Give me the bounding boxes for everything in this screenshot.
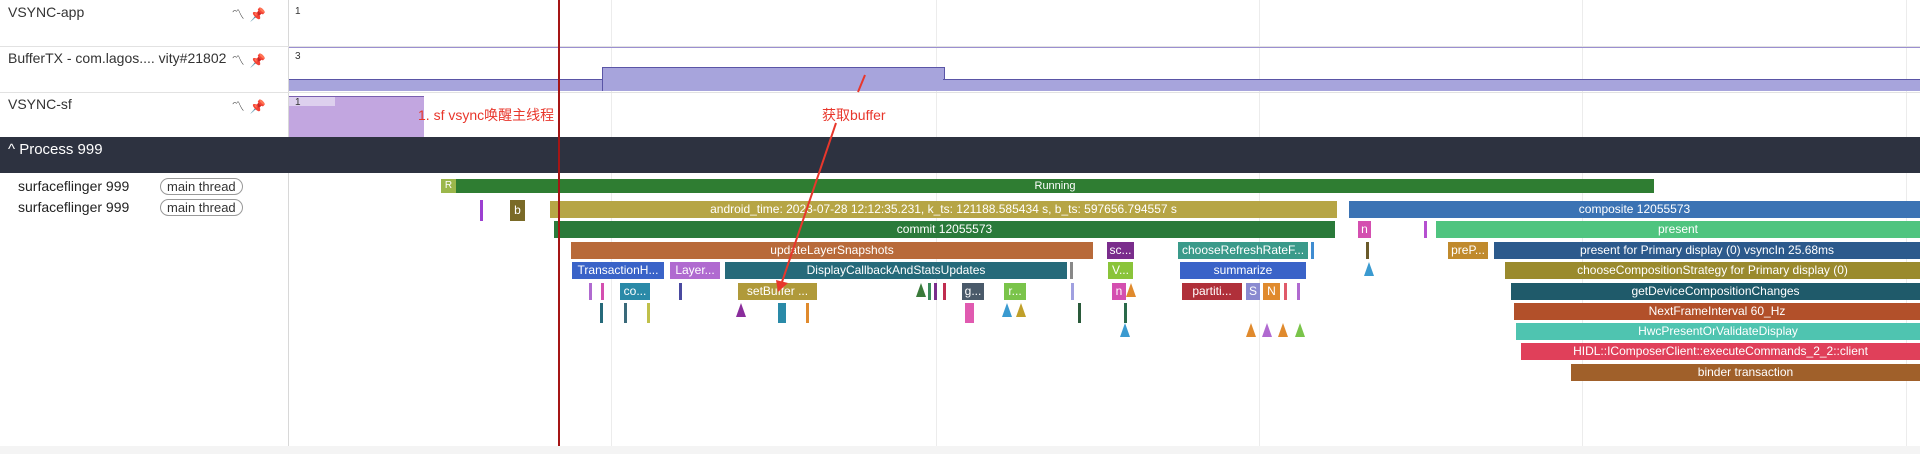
- chart-line-icon[interactable]: 〽: [228, 96, 248, 115]
- slice-choose-composition-strategy[interactable]: chooseCompositionStrategy for Primary di…: [1505, 262, 1920, 279]
- slice-b[interactable]: b: [510, 200, 525, 221]
- slice-s[interactable]: S: [1246, 283, 1260, 300]
- buffertx-counter-value: 3: [295, 51, 301, 62]
- slice-co[interactable]: co...: [620, 283, 650, 300]
- vsync-app-counter-value: 1: [295, 6, 301, 17]
- horizontal-scrollbar[interactable]: [0, 446, 1920, 454]
- track-buffertx-actions: 〽 📌: [228, 50, 268, 69]
- buffertx-counter-peak: [602, 67, 945, 91]
- pin-icon[interactable]: 📌: [248, 99, 268, 115]
- flow-arrow-icon[interactable]: [1262, 323, 1272, 337]
- track-vsync-sf-actions: 〽 📌: [228, 96, 268, 115]
- slice-tick[interactable]: [928, 283, 931, 300]
- slice-tick[interactable]: [1366, 242, 1369, 259]
- slice-next-frame-interval[interactable]: NextFrameInterval 60_Hz: [1514, 303, 1920, 320]
- slice-summarize[interactable]: summarize: [1180, 262, 1306, 279]
- chart-line-icon[interactable]: 〽: [228, 50, 248, 69]
- slice-n[interactable]: n: [1112, 283, 1126, 300]
- flow-arrow-icon[interactable]: [1364, 262, 1374, 276]
- state-slice-running[interactable]: Running: [456, 179, 1654, 193]
- track-vsync-app-label: VSYNC-app: [8, 4, 85, 20]
- slice-tick[interactable]: [1424, 221, 1427, 238]
- slice-tick[interactable]: [778, 303, 786, 323]
- thread-name-state: surfaceflinger 999: [18, 178, 130, 194]
- slice-tick[interactable]: [600, 303, 603, 323]
- slice-tick[interactable]: [1070, 262, 1073, 279]
- slice-tick[interactable]: [1297, 283, 1300, 300]
- slice-tick[interactable]: [934, 283, 937, 300]
- pin-icon[interactable]: 📌: [248, 7, 268, 23]
- slice-update-layer-snapshots[interactable]: updateLayerSnapshots: [571, 242, 1093, 259]
- slice-sc[interactable]: sc...: [1107, 242, 1134, 259]
- slice-tick[interactable]: [1071, 283, 1074, 300]
- slice-tick[interactable]: [965, 303, 974, 323]
- slice-n[interactable]: n: [1358, 221, 1371, 238]
- timeline-cursor[interactable]: [558, 0, 560, 454]
- slice-tick[interactable]: [480, 200, 483, 221]
- flow-arrow-icon[interactable]: [1278, 323, 1288, 337]
- slice-composite[interactable]: composite 12055573: [1349, 201, 1920, 218]
- slice-present-primary-display[interactable]: present for Primary display (0) vsyncIn …: [1494, 242, 1920, 259]
- slice-hidl-execute-commands[interactable]: HIDL::IComposerClient::executeCommands_2…: [1521, 343, 1920, 360]
- slice-partiti[interactable]: partiti...: [1182, 283, 1242, 300]
- annotation-get-buffer: 获取buffer: [822, 107, 886, 123]
- slice-n-upper[interactable]: N: [1263, 283, 1280, 300]
- thread-pill-main: main thread: [160, 178, 243, 195]
- slice-tick[interactable]: [1078, 303, 1081, 323]
- thread-name-slices: surfaceflinger 999: [18, 199, 130, 215]
- slice-set-buffer[interactable]: setBuffer ...: [738, 283, 817, 300]
- pin-icon[interactable]: 📌: [248, 53, 268, 69]
- track-vsync-sf-label: VSYNC-sf: [8, 96, 72, 112]
- flow-arrow-icon[interactable]: [1002, 303, 1012, 317]
- state-slice-runnable[interactable]: R: [441, 179, 456, 193]
- chart-line-icon[interactable]: 〽: [228, 4, 248, 23]
- flow-arrow-icon[interactable]: [1295, 323, 1305, 337]
- slice-transaction-handler[interactable]: TransactionH...: [572, 262, 664, 279]
- slice-choose-refresh-rate[interactable]: chooseRefreshRateF...: [1178, 242, 1308, 259]
- flow-arrow-icon[interactable]: [1126, 283, 1136, 297]
- buffertx-max-line: [289, 47, 1920, 48]
- buffertx-counter-area: [289, 79, 602, 91]
- slice-tick[interactable]: [624, 303, 627, 323]
- annotation-sf-vsync: 1. sf vsync唤醒主线程: [418, 107, 555, 123]
- slice-tick[interactable]: [806, 303, 809, 323]
- track-vsync-app-actions: 〽 📌: [228, 4, 268, 23]
- process-header[interactable]: [0, 137, 1920, 173]
- flow-arrow-icon[interactable]: [736, 303, 746, 317]
- track-buffertx-label: BufferTX - com.lagos.... vity#21802: [8, 50, 227, 66]
- thread-pill-main: main thread: [160, 199, 243, 216]
- flow-arrow-icon[interactable]: [1120, 323, 1130, 337]
- slice-tick[interactable]: [679, 283, 682, 300]
- slice-tick[interactable]: [1284, 283, 1287, 300]
- flow-arrow-icon[interactable]: [916, 283, 926, 297]
- slice-get-device-composition-changes[interactable]: getDeviceCompositionChanges: [1511, 283, 1920, 300]
- slice-present[interactable]: present: [1436, 221, 1920, 238]
- buffertx-counter-area: [943, 79, 1920, 91]
- flow-arrow-icon[interactable]: [1016, 303, 1026, 317]
- slice-tick[interactable]: [943, 283, 946, 300]
- slice-tick[interactable]: [589, 283, 592, 300]
- slice-tick[interactable]: [647, 303, 650, 323]
- slice-g[interactable]: g...: [962, 283, 984, 300]
- slice-r[interactable]: r...: [1004, 283, 1026, 300]
- slice-android-time[interactable]: android_time: 2023-07-28 12:12:35.231, k…: [550, 201, 1337, 218]
- slice-tick[interactable]: [601, 283, 604, 300]
- slice-layer[interactable]: Layer...: [670, 262, 720, 279]
- slice-display-callback[interactable]: DisplayCallbackAndStatsUpdates: [725, 262, 1067, 279]
- slice-tick[interactable]: [1124, 303, 1127, 323]
- slice-hwc-present-or-validate[interactable]: HwcPresentOrValidateDisplay: [1516, 323, 1920, 340]
- slice-tick[interactable]: [1311, 242, 1314, 259]
- slice-v[interactable]: V...: [1108, 262, 1133, 279]
- slice-binder-transaction[interactable]: binder transaction: [1571, 364, 1920, 381]
- vsync-sf-counter-value: 1: [295, 97, 301, 108]
- process-title[interactable]: ^ Process 999: [8, 141, 103, 158]
- flow-arrow-icon[interactable]: [1246, 323, 1256, 337]
- slice-commit[interactable]: commit 12055573: [554, 221, 1335, 238]
- slice-prep[interactable]: preP...: [1448, 242, 1488, 259]
